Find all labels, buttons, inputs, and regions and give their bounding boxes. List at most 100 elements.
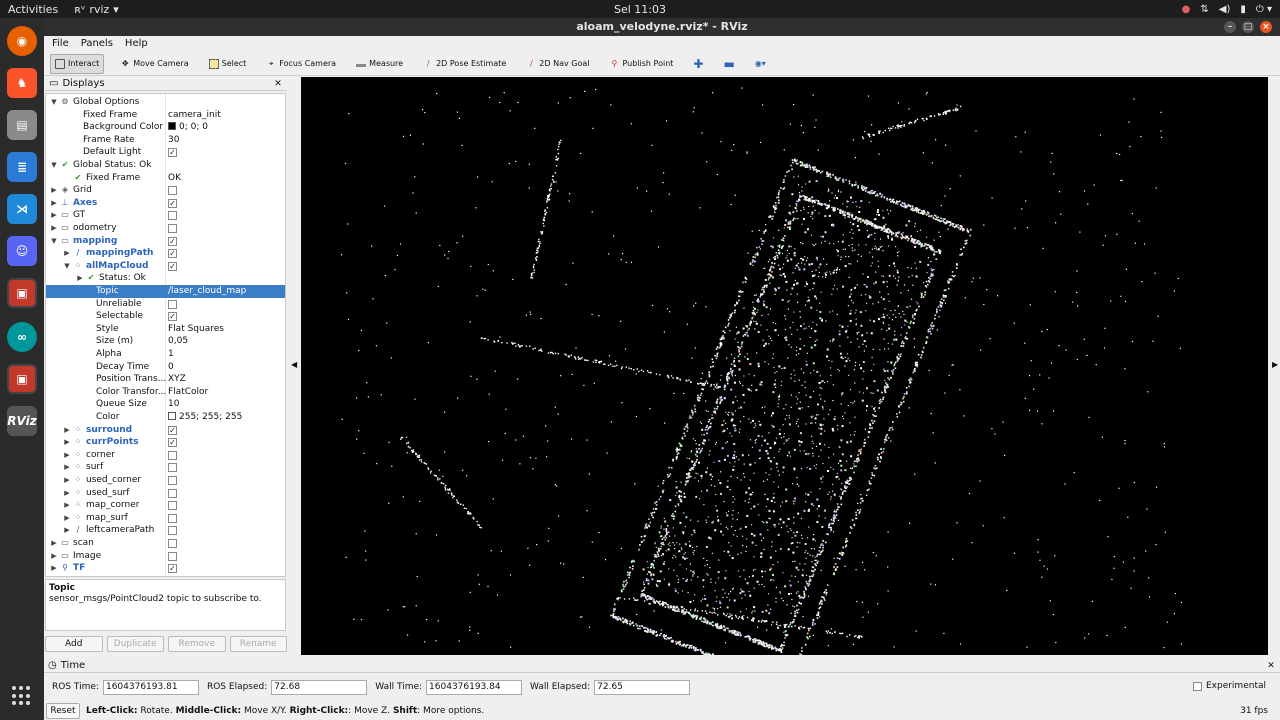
volume-icon[interactable]: ◀) bbox=[1219, 4, 1231, 15]
collapsed-arrow-icon[interactable]: ▶ bbox=[50, 537, 58, 550]
close-panel-icon[interactable]: ✕ bbox=[273, 79, 283, 89]
vscode-icon[interactable]: ⋊ bbox=[7, 194, 37, 224]
pose-estimate-tool-button[interactable]: ∕ 2D Pose Estimate bbox=[419, 54, 510, 74]
show-apps-icon[interactable] bbox=[12, 686, 32, 706]
display-row[interactable]: ▶ ⁘ map_surf bbox=[46, 512, 285, 525]
collapsed-arrow-icon[interactable]: ▶ bbox=[63, 424, 71, 437]
reset-button[interactable]: Reset bbox=[46, 703, 80, 719]
display-enabled-checkbox[interactable] bbox=[168, 513, 177, 523]
collapsed-arrow-icon[interactable]: ▶ bbox=[50, 209, 58, 222]
display-enabled-checkbox[interactable] bbox=[168, 476, 177, 485]
display-row[interactable]: ✔ Fixed Frame OK bbox=[46, 172, 285, 185]
display-row-value[interactable]: OK bbox=[168, 172, 181, 185]
display-row[interactable]: ▶ ∕ leftcameraPath bbox=[46, 524, 285, 537]
display-enabled-checkbox[interactable]: ✓ bbox=[168, 438, 177, 448]
collapsed-arrow-icon[interactable]: ▶ bbox=[63, 474, 71, 487]
display-row[interactable]: ▶ ∕ mappingPath ✓ bbox=[46, 247, 285, 260]
rviz-dock-icon[interactable]: RViz bbox=[7, 406, 37, 436]
remove-button[interactable]: Remove bbox=[168, 636, 226, 652]
display-row-value[interactable]: 1 bbox=[168, 348, 174, 361]
display-row-value[interactable]: 10 bbox=[168, 398, 179, 411]
display-enabled-checkbox[interactable]: ✓ bbox=[168, 312, 177, 322]
rename-button[interactable]: Rename bbox=[229, 636, 287, 652]
display-row[interactable]: Topic/laser_cloud_map bbox=[46, 285, 285, 298]
display-row[interactable]: Color 255; 255; 255 bbox=[46, 411, 285, 424]
display-enabled-checkbox[interactable]: ✓ bbox=[168, 236, 177, 246]
nav-goal-tool-button[interactable]: ∕ 2D Nav Goal bbox=[522, 54, 593, 74]
display-enabled-checkbox[interactable] bbox=[168, 551, 177, 561]
display-row[interactable]: Style Flat Squares bbox=[46, 323, 285, 336]
display-row[interactable]: ▼ ✔ Global Status: Ok bbox=[46, 159, 285, 172]
wall-elapsed-field[interactable]: 72.65 bbox=[594, 679, 691, 695]
window-title-bar[interactable]: aloam_velodyne.rviz* - RViz – □ × bbox=[44, 18, 1280, 36]
experimental-checkbox[interactable] bbox=[1192, 681, 1202, 691]
ros-elapsed-field[interactable]: 72.68 bbox=[271, 679, 368, 695]
display-row[interactable]: Frame Rate 30 bbox=[46, 134, 285, 147]
display-enabled-checkbox[interactable] bbox=[168, 463, 177, 473]
display-enabled-checkbox[interactable] bbox=[168, 224, 177, 233]
interact-tool-button[interactable]: Interact bbox=[50, 53, 105, 74]
color-swatch[interactable] bbox=[168, 122, 176, 131]
display-row-value[interactable]: 30 bbox=[168, 134, 179, 147]
display-row[interactable]: Decay Time 0 bbox=[46, 361, 285, 374]
duplicate-button[interactable]: Duplicate bbox=[106, 636, 164, 652]
display-row[interactable]: Size (m) 0,05 bbox=[46, 335, 285, 348]
display-row[interactable]: Fixed Frame camera_init bbox=[46, 109, 285, 122]
close-icon[interactable]: × bbox=[1260, 21, 1272, 33]
expanded-arrow-icon[interactable]: ▼ bbox=[50, 159, 58, 172]
close-time-panel-icon[interactable]: ✕ bbox=[1266, 661, 1276, 671]
terminal-2-icon[interactable]: ▣ bbox=[7, 364, 37, 394]
display-row-value[interactable]: XYZ bbox=[168, 373, 186, 386]
display-row-value[interactable]: 0,05 bbox=[168, 335, 188, 348]
publish-point-tool-button[interactable]: ⚲ Publish Point bbox=[605, 54, 677, 74]
expanded-arrow-icon[interactable]: ▼ bbox=[50, 96, 58, 109]
display-row-value[interactable]: Flat Squares bbox=[168, 323, 224, 336]
files-icon[interactable]: ▤ bbox=[7, 110, 37, 140]
display-row[interactable]: ▶ ⁘ currPoints ✓ bbox=[46, 436, 285, 449]
collapsed-arrow-icon[interactable]: ▶ bbox=[50, 184, 58, 197]
network-icon[interactable]: ⇅ bbox=[1200, 4, 1208, 15]
battery-icon[interactable]: ▮ bbox=[1240, 4, 1246, 15]
display-row-value[interactable]: 0 bbox=[168, 361, 174, 374]
display-row[interactable]: ▶ ⁘ corner bbox=[46, 449, 285, 462]
display-row-value[interactable]: /laser_cloud_map bbox=[168, 285, 246, 298]
expanded-arrow-icon[interactable]: ▼ bbox=[50, 235, 58, 248]
display-row[interactable]: ▼ ⚙ Global Options bbox=[46, 96, 285, 109]
display-row[interactable]: Alpha 1 bbox=[46, 348, 285, 361]
collapsed-arrow-icon[interactable]: ▶ bbox=[50, 550, 58, 563]
menu-help[interactable]: Help bbox=[125, 36, 148, 52]
collapsed-arrow-icon[interactable]: ▶ bbox=[50, 222, 58, 235]
display-row[interactable]: ▼ ⁘ allMapCloud ✓ bbox=[46, 260, 285, 273]
display-row[interactable]: ▶ ▭ odometry bbox=[46, 222, 285, 235]
display-row[interactable]: Color Transfor... FlatColor bbox=[46, 386, 285, 399]
move-camera-tool-button[interactable]: ✥ Move Camera bbox=[116, 54, 192, 74]
add-button[interactable]: Add bbox=[45, 636, 103, 652]
tool-properties-button[interactable]: ◉▾ bbox=[751, 54, 770, 74]
collapsed-arrow-icon[interactable]: ▶ bbox=[76, 272, 84, 285]
display-row[interactable]: ▶ ▭ scan bbox=[46, 537, 285, 550]
collapsed-arrow-icon[interactable]: ▶ bbox=[63, 247, 71, 260]
display-row[interactable]: Background Color 0; 0; 0 bbox=[46, 121, 285, 134]
maximize-icon[interactable]: □ bbox=[1242, 21, 1254, 33]
right-splitter-handle[interactable]: ▶ bbox=[1269, 77, 1280, 657]
collapsed-arrow-icon[interactable]: ▶ bbox=[63, 512, 71, 525]
activities-button[interactable]: Activities bbox=[8, 3, 58, 16]
color-swatch[interactable] bbox=[168, 412, 176, 420]
display-enabled-checkbox[interactable]: ✓ bbox=[168, 261, 177, 271]
wall-time-field[interactable]: 1604376193.84 bbox=[426, 679, 523, 695]
writer-icon[interactable]: ≣ bbox=[7, 152, 37, 182]
display-enabled-checkbox[interactable] bbox=[168, 211, 177, 221]
select-tool-button[interactable]: Select bbox=[205, 54, 251, 74]
collapsed-arrow-icon[interactable]: ▶ bbox=[63, 436, 71, 449]
display-row[interactable]: ▶ ▭ GT bbox=[46, 209, 285, 222]
display-row[interactable]: ▶ ⁘ map_corner bbox=[46, 499, 285, 512]
measure-tool-button[interactable]: Measure bbox=[352, 54, 407, 74]
display-row[interactable]: Queue Size 10 bbox=[46, 398, 285, 411]
display-row[interactable]: ▶ ✔ Status: Ok bbox=[46, 272, 285, 285]
discord-icon[interactable]: ☺ bbox=[7, 236, 37, 266]
arduino-icon[interactable]: ∞ bbox=[7, 322, 37, 352]
display-row-value[interactable]: FlatColor bbox=[168, 386, 208, 399]
display-enabled-checkbox[interactable] bbox=[168, 488, 177, 498]
brave-icon[interactable]: ♞ bbox=[7, 68, 37, 98]
display-enabled-checkbox[interactable] bbox=[168, 539, 177, 548]
